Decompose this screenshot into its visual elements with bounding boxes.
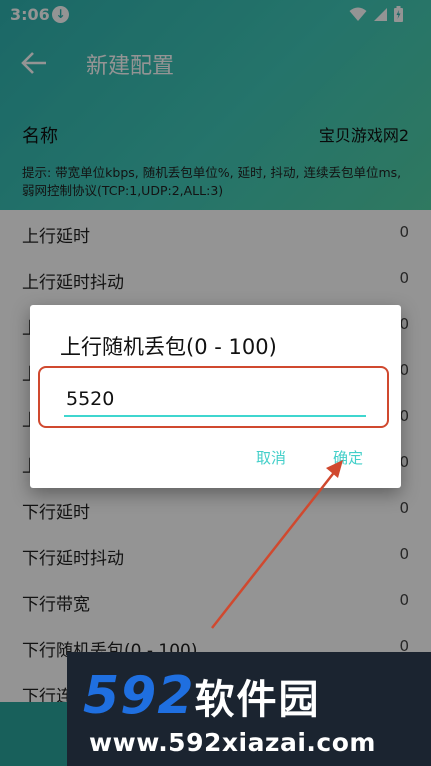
confirm-button[interactable]: 确定 (333, 447, 363, 468)
watermark-logo-text: 软件园 (194, 677, 321, 723)
watermark: 592软件园 www.592xiazai.com (67, 652, 431, 766)
watermark-url: www.592xiazai.com (89, 728, 376, 757)
cancel-button[interactable]: 取消 (256, 447, 286, 468)
packet-loss-input[interactable] (66, 383, 366, 415)
input-dialog: 上行随机丢包(0 - 100) 取消 确定 (30, 305, 401, 488)
input-underline (64, 415, 366, 417)
dialog-title: 上行随机丢包(0 - 100) (60, 335, 277, 359)
watermark-logo-digits: 592 (83, 666, 195, 726)
watermark-logo: 592软件园 (83, 666, 321, 726)
